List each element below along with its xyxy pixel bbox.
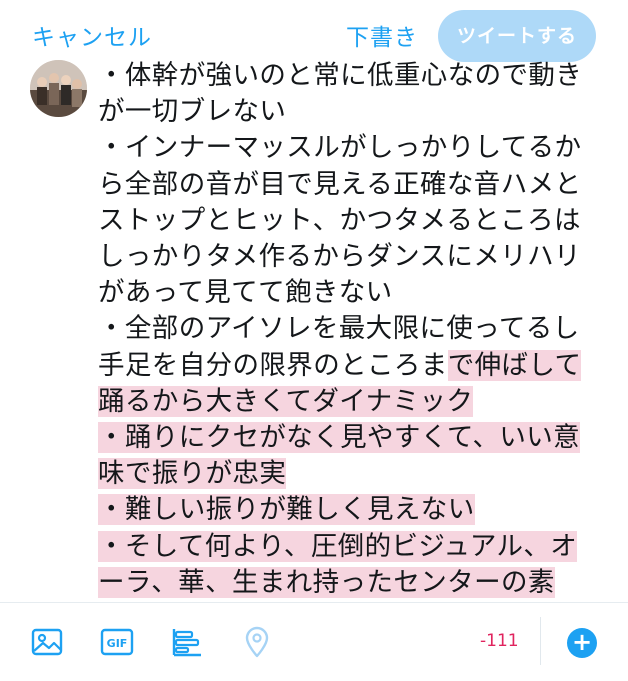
character-counter: -111	[480, 631, 519, 651]
avatar	[30, 60, 87, 117]
tweet-text[interactable]: ・体幹が強いのと常に低重心なので動きが一切ブレない ・インナーマッスルがしっかり…	[98, 58, 598, 602]
tweet-text-over-limit: で伸ばして踊るから大きくてダイナミック ・踊りにクセがなく見やすくて、いい意味で…	[98, 349, 582, 602]
compose-toolbar: GIF -111 +	[0, 602, 628, 681]
gif-icon[interactable]: GIF	[100, 625, 134, 659]
tweet-text-within-limit: ・体幹が強いのと常に低重心なので動きが一切ブレない ・インナーマッスルがしっかり…	[98, 60, 583, 381]
add-tweet-icon[interactable]: +	[567, 628, 597, 658]
cancel-button[interactable]: キャンセル	[32, 18, 152, 52]
poll-icon[interactable]	[170, 625, 204, 659]
tweet-compose-area[interactable]: ・体幹が強いのと常に低重心なので動きが一切ブレない ・インナーマッスルがしっかり…	[98, 58, 598, 602]
tweet-button[interactable]: ツイートする	[438, 10, 596, 62]
drafts-button[interactable]: 下書き	[346, 18, 418, 52]
svg-text:GIF: GIF	[107, 637, 128, 650]
image-icon[interactable]	[30, 625, 64, 659]
toolbar-divider	[540, 617, 541, 665]
location-icon[interactable]	[240, 625, 274, 659]
avatar-photo	[30, 60, 87, 117]
